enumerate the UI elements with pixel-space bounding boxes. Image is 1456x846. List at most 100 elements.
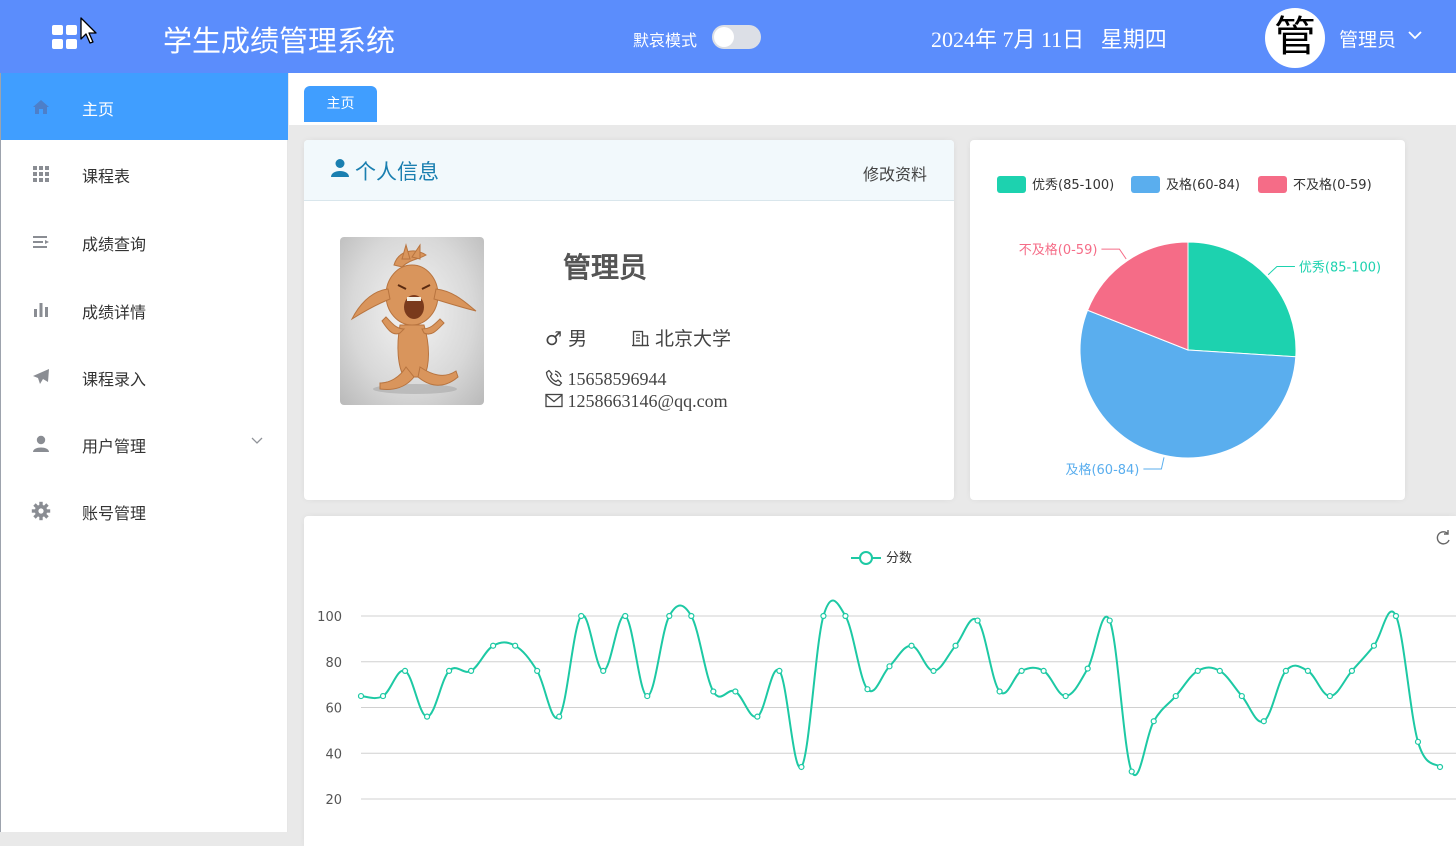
pie-legend-swatch[interactable] <box>1131 176 1160 193</box>
score-data-point[interactable] <box>754 713 761 720</box>
pie-legend-label[interactable]: 不及格(0-59) <box>1293 177 1372 193</box>
school-info: 北京大学 <box>632 324 731 351</box>
sidebar-item-score-detail[interactable]: 成绩详情 <box>1 276 288 343</box>
score-data-point[interactable] <box>842 612 849 620</box>
school-text: 北京大学 <box>655 328 732 350</box>
phone-info: 15658596944 <box>545 369 667 390</box>
refresh-icon[interactable] <box>1436 530 1450 545</box>
score-data-point[interactable] <box>556 713 563 720</box>
pie-label-line <box>1143 457 1165 470</box>
app-title: 学生成绩管理系统 <box>163 24 396 58</box>
sidebar-item-course-entry[interactable]: 课程录入 <box>1 343 288 410</box>
sidebar-item-user-management[interactable]: 用户管理 <box>1 410 288 477</box>
score-data-point[interactable] <box>1304 667 1311 674</box>
score-data-point[interactable] <box>1370 642 1378 649</box>
score-data-point[interactable] <box>996 688 1003 695</box>
score-data-point[interactable] <box>644 692 651 700</box>
score-data-point[interactable] <box>401 667 409 674</box>
mail-icon <box>545 393 563 408</box>
score-data-point[interactable] <box>468 667 475 674</box>
score-data-point[interactable] <box>1128 768 1135 775</box>
profile-photo <box>340 237 484 405</box>
tab-home[interactable]: 主页 <box>304 86 377 122</box>
score-data-point[interactable] <box>1414 738 1422 745</box>
pie-slice[interactable] <box>1187 241 1297 358</box>
score-data-point[interactable] <box>423 713 431 720</box>
score-data-point[interactable] <box>534 667 541 674</box>
score-data-point[interactable] <box>1040 667 1047 674</box>
score-data-point[interactable] <box>930 667 937 674</box>
line-legend-label: 分数 <box>886 551 912 566</box>
user-menu-name[interactable]: 管理员 <box>1339 25 1396 52</box>
building-icon <box>632 330 649 347</box>
tab-bar: 主页 <box>289 73 1456 125</box>
pie-legend-label[interactable]: 优秀(85-100) <box>1032 178 1114 193</box>
score-data-point[interactable] <box>578 612 585 620</box>
score-data-point[interactable] <box>1348 667 1356 674</box>
score-data-point[interactable] <box>886 663 893 670</box>
score-data-point[interactable] <box>1282 667 1289 674</box>
pie-legend-swatch[interactable] <box>997 176 1026 193</box>
mouse-cursor-icon <box>80 17 97 44</box>
score-data-point[interactable] <box>512 642 519 649</box>
edit-profile-link[interactable]: 修改资料 <box>863 161 927 185</box>
sidebar-item-schedule[interactable]: 课程表 <box>1 140 288 207</box>
score-data-point[interactable] <box>1106 617 1113 624</box>
score-data-point[interactable] <box>1436 763 1444 771</box>
score-data-point[interactable] <box>1194 667 1201 674</box>
y-tick-label: 20 <box>325 793 342 808</box>
score-data-point[interactable] <box>1018 667 1025 674</box>
sidebar-item-score-query[interactable]: 成绩查询 <box>1 208 288 275</box>
score-data-point[interactable] <box>1326 692 1333 700</box>
gender-icon: ♂ <box>545 328 563 350</box>
score-data-point[interactable] <box>776 667 783 674</box>
score-data-point[interactable] <box>1216 667 1223 674</box>
avatar[interactable]: 管 <box>1265 8 1325 68</box>
score-data-point[interactable] <box>864 686 871 693</box>
score-data-point[interactable] <box>379 692 387 700</box>
score-data-point[interactable] <box>908 642 915 649</box>
email-info: 1258663146@qq.com <box>545 391 728 412</box>
score-series-line <box>360 599 1441 776</box>
score-data-point[interactable] <box>1084 665 1091 672</box>
score-data-point[interactable] <box>1172 692 1179 700</box>
chevron-down-icon[interactable] <box>1407 29 1423 41</box>
score-data-point[interactable] <box>445 667 453 674</box>
score-data-point[interactable] <box>732 688 739 695</box>
score-data-point[interactable] <box>820 612 827 620</box>
score-data-point[interactable] <box>490 642 497 649</box>
score-data-point[interactable] <box>710 688 717 695</box>
score-data-point[interactable] <box>357 692 365 700</box>
score-data-point[interactable] <box>798 763 805 771</box>
pie-legend-label[interactable]: 及格(60-84) <box>1166 177 1240 193</box>
line-legend[interactable]: 分数 <box>851 551 912 566</box>
score-data-point[interactable] <box>1238 692 1245 700</box>
list-icon <box>33 236 49 248</box>
mode-toggle-switch[interactable] <box>712 25 761 49</box>
cartoon-figure-image <box>350 243 477 394</box>
score-data-point[interactable] <box>666 612 673 620</box>
score-data-point[interactable] <box>952 642 959 649</box>
gear-icon <box>31 501 51 521</box>
sidebar-item-account-management[interactable]: 账号管理 <box>1 477 288 544</box>
sidebar-item-home[interactable]: 主页 <box>1 73 288 140</box>
pie-label-line <box>1101 248 1127 260</box>
paper-plane-icon <box>33 369 49 384</box>
weekday-text: 星期四 <box>1100 27 1167 52</box>
pie-legend-swatch[interactable] <box>1258 176 1287 193</box>
score-data-point[interactable] <box>600 667 607 674</box>
sidebar-item-label: 用户管理 <box>82 437 147 456</box>
profile-card-header: 个人信息 修改资料 <box>304 140 954 201</box>
score-data-point[interactable] <box>622 612 629 620</box>
top-header: 学生成绩管理系统 默哀模式 2024年 7月 11日 星期四 管 管理员 <box>0 0 1456 73</box>
score-data-point[interactable] <box>1260 718 1267 725</box>
grade-distribution-card: 优秀(85-100) 及格(60-84) 不及格(0-59) 优秀(85-100) 及格… <box>970 140 1405 500</box>
score-data-point[interactable] <box>1392 612 1400 620</box>
score-data-point[interactable] <box>1150 718 1157 725</box>
score-data-point[interactable] <box>1062 692 1069 700</box>
grid-icon[interactable] <box>52 25 77 49</box>
score-data-point[interactable] <box>974 617 981 624</box>
score-line-chart: 分数 20 40 60 80 100 <box>317 530 1456 808</box>
score-data-point[interactable] <box>688 612 695 620</box>
sidebar-item-label: 课程录入 <box>82 370 147 389</box>
